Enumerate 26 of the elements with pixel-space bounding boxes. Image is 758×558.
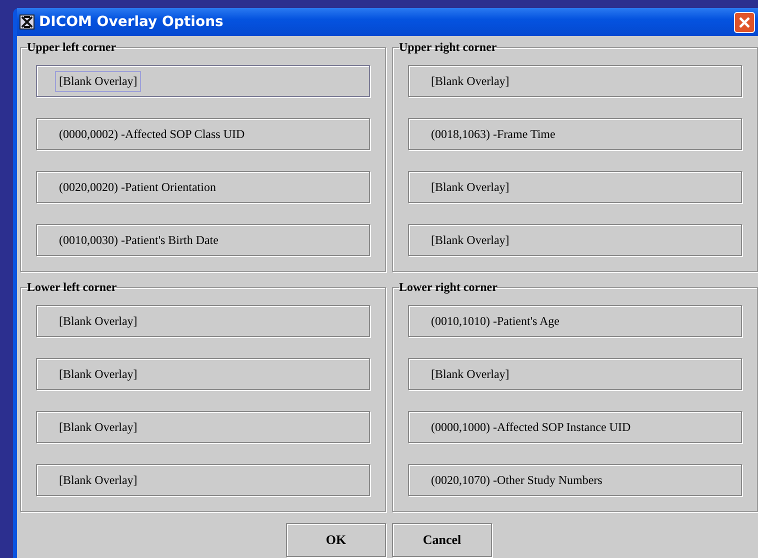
- overlay-field-button[interactable]: [Blank Overlay]: [36, 305, 370, 337]
- group-label: Upper left corner: [27, 40, 116, 55]
- close-button[interactable]: [734, 12, 755, 32]
- group-label: Lower left corner: [27, 280, 117, 295]
- overlay-field-button[interactable]: [Blank Overlay]: [36, 464, 370, 496]
- overlay-field-button[interactable]: [Blank Overlay]: [408, 171, 742, 203]
- overlay-field-button[interactable]: [Blank Overlay]: [408, 65, 742, 97]
- overlay-field-button[interactable]: [Blank Overlay]: [36, 411, 370, 443]
- close-icon: [738, 16, 751, 28]
- overlay-field-button[interactable]: (0010,1010) -Patient's Age: [408, 305, 742, 337]
- overlay-field-button[interactable]: (0000,1000) -Affected SOP Instance UID: [408, 411, 742, 443]
- overlay-field-button[interactable]: [Blank Overlay]: [36, 65, 370, 97]
- group-label: Upper right corner: [399, 40, 497, 55]
- app-icon: [19, 14, 35, 30]
- overlay-field-button[interactable]: [Blank Overlay]: [36, 358, 370, 390]
- overlay-field-button[interactable]: [Blank Overlay]: [408, 358, 742, 390]
- overlay-field-button[interactable]: (0010,0030) -Patient's Birth Date: [36, 224, 370, 256]
- overlay-field-button[interactable]: (0000,0002) -Affected SOP Class UID: [36, 118, 370, 150]
- group-label: Lower right corner: [399, 280, 498, 295]
- ok-button[interactable]: OK: [286, 523, 386, 557]
- overlay-field-button[interactable]: (0020,0020) -Patient Orientation: [36, 171, 370, 203]
- overlay-field-button[interactable]: (0020,1070) -Other Study Numbers: [408, 464, 742, 496]
- cancel-button[interactable]: Cancel: [392, 523, 492, 557]
- overlay-field-button[interactable]: (0018,1063) -Frame Time: [408, 118, 742, 150]
- window-title: DICOM Overlay Options: [39, 14, 224, 30]
- overlay-field-button[interactable]: [Blank Overlay]: [408, 224, 742, 256]
